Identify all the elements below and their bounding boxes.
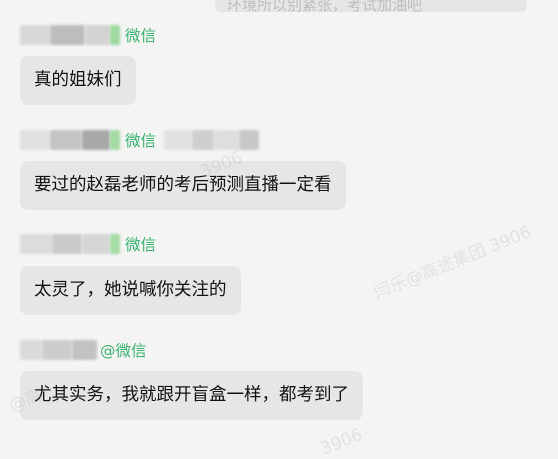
redacted-name: [20, 130, 50, 150]
sender-row: 微信: [20, 233, 156, 255]
redacted-name: [214, 130, 240, 150]
message-bubble[interactable]: 尤其实务，我就跟开盲盒一样，都考到了: [20, 371, 363, 420]
redacted-name: [85, 25, 110, 45]
sender-row: @微信: [20, 339, 147, 361]
redacted-name: [82, 130, 110, 150]
partial-message-bubble: 环境所以别紧张，考试加油吧: [215, 0, 527, 12]
redacted-name: [20, 25, 50, 45]
redacted-name: [20, 234, 52, 254]
redacted-name: [192, 130, 215, 150]
message-bubble[interactable]: 要过的赵磊老师的考后预测直播一定看: [20, 161, 346, 210]
redacted-name: [50, 25, 85, 45]
message-text: 太灵了，她说喊你关注的: [34, 280, 227, 300]
redacted-name: [50, 130, 82, 150]
redacted-name: [110, 130, 120, 150]
redacted-name: [42, 340, 72, 360]
wechat-tag: 微信: [125, 236, 157, 254]
sender-row: 微信: [20, 24, 156, 46]
redacted-name: [110, 25, 120, 45]
redacted-name: [72, 340, 97, 360]
wechat-tag: @微信: [100, 342, 147, 360]
message-text: 真的姐妹们: [34, 70, 122, 90]
wechat-tag: 微信: [125, 132, 157, 150]
message-text: 要过的赵磊老师的考后预测直播一定看: [34, 175, 332, 195]
redacted-name: [52, 234, 82, 254]
watermark-text: 闫乐@高途集团 3906: [371, 222, 535, 304]
message-text: 尤其实务，我就跟开盲盒一样，都考到了: [34, 385, 349, 405]
redacted-name: [164, 130, 193, 150]
watermark-text: 3906: [317, 424, 366, 459]
wechat-tag: 微信: [125, 27, 157, 45]
redacted-name: [82, 234, 110, 254]
partial-message-text: 环境所以别紧张，考试加油吧: [227, 0, 423, 12]
redacted-name: [239, 130, 260, 150]
message-bubble[interactable]: 真的姐妹们: [20, 56, 136, 105]
sender-row: 微信: [20, 129, 260, 151]
redacted-name: [110, 234, 120, 254]
message-bubble[interactable]: 太灵了，她说喊你关注的: [20, 266, 241, 315]
redacted-name: [20, 340, 42, 360]
